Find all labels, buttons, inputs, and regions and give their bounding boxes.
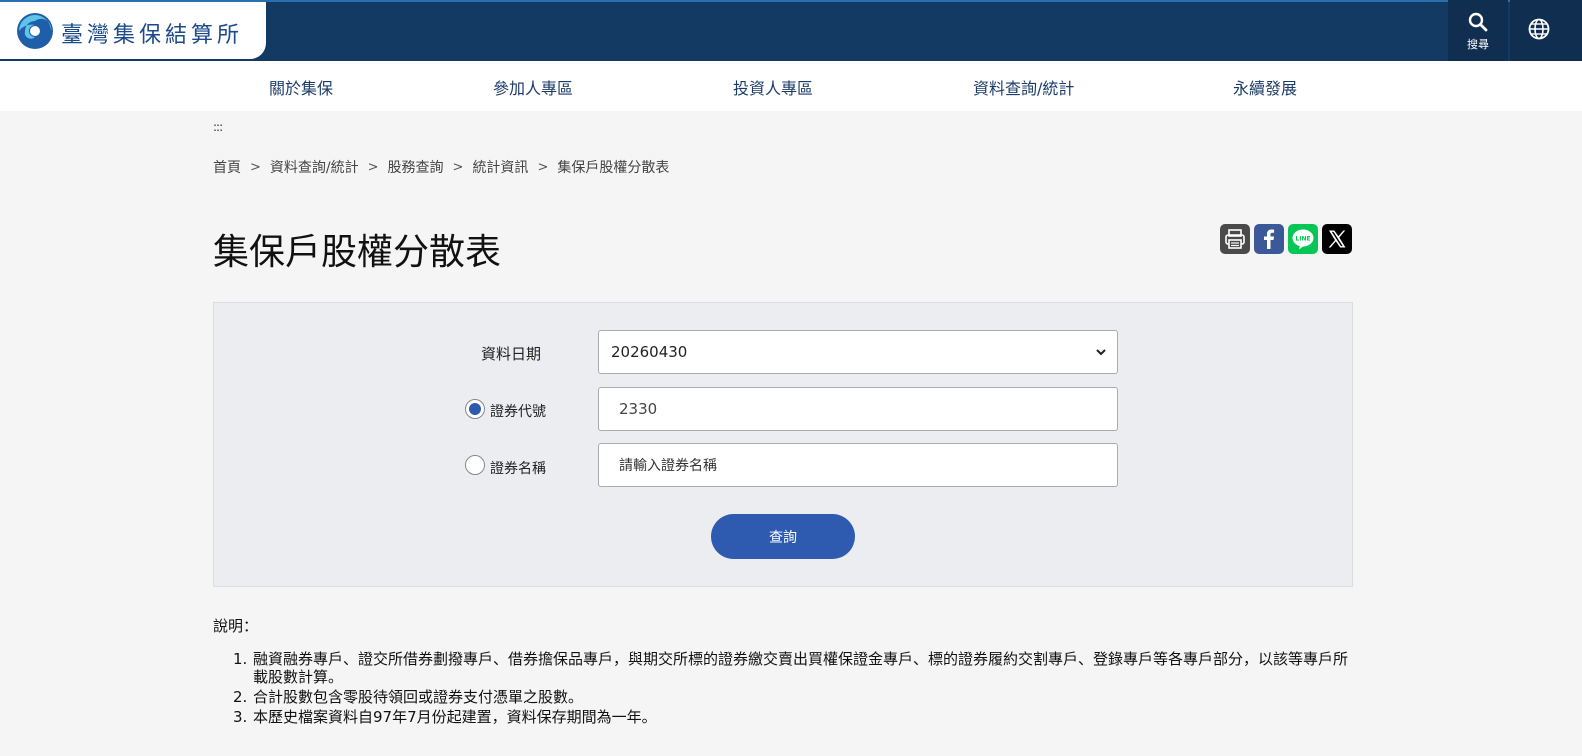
note-number: 1. — [233, 650, 248, 668]
nav-item-investors[interactable]: 投資人專區 — [733, 75, 813, 99]
language-button[interactable] — [1510, 0, 1582, 61]
breadcrumb-separator: > — [250, 159, 261, 175]
security-code-value: 2330 — [619, 400, 658, 418]
search-button[interactable]: 搜尋 — [1448, 0, 1508, 61]
nav-item-participants[interactable]: 參加人專區 — [493, 75, 573, 99]
note-item: 3. 本歷史檔案資料自97年7月份起建置，資料保存期間為一年。 — [233, 708, 1353, 726]
logo-mark-icon — [17, 13, 53, 49]
accesskey-main[interactable]: ::: — [213, 120, 223, 134]
print-button[interactable] — [1220, 224, 1250, 254]
date-select-value: 20260430 — [611, 343, 688, 361]
security-name-label[interactable]: 證券名稱 — [490, 458, 546, 478]
query-form-panel: 資料日期 20260430 證券代號 2330 證券名稱 請輸入證券名稱 查詢 — [213, 302, 1353, 587]
line-icon: LINE — [1292, 229, 1314, 250]
note-number: 3. — [233, 708, 248, 726]
chevron-down-icon — [1096, 349, 1106, 356]
security-name-placeholder: 請輸入證券名稱 — [619, 458, 717, 474]
security-name-input[interactable]: 請輸入證券名稱 — [598, 443, 1118, 487]
note-text: 融資融券專戶、證交所借券劃撥專戶、借券擔保品專戶，與期交所標的證券繳交賣出買權保… — [253, 650, 1349, 686]
date-select[interactable]: 20260430 — [598, 330, 1118, 374]
nav-item-sustainability[interactable]: 永續發展 — [1233, 75, 1297, 99]
security-code-label[interactable]: 證券代號 — [490, 401, 546, 421]
site-logo[interactable]: 臺灣集保結算所 — [0, 2, 266, 59]
x-share-button[interactable] — [1322, 224, 1352, 254]
search-label: 搜尋 — [1467, 38, 1489, 51]
facebook-icon — [1264, 229, 1275, 249]
notes-list: 1. 融資融券專戶、證交所借券劃撥專戶、借券擔保品專戶，與期交所標的證券繳交賣出… — [233, 650, 1353, 728]
breadcrumb-separator: > — [452, 159, 464, 175]
facebook-share-button[interactable] — [1254, 224, 1284, 254]
breadcrumb: 首頁 > 資料查詢/統計 > 股務查詢 > 統計資訊 > 集保戶股權分散表 — [213, 157, 669, 177]
security-name-radio[interactable] — [465, 455, 485, 475]
nav-item-data-query[interactable]: 資料查詢/統計 — [973, 75, 1074, 99]
breadcrumb-stock-affairs[interactable]: 股務查詢 — [388, 157, 444, 177]
breadcrumb-home[interactable]: 首頁 — [213, 157, 241, 177]
globe-icon — [1528, 18, 1550, 40]
main-nav: 關於集保 參加人專區 投資人專區 資料查詢/統計 永續發展 — [0, 61, 1582, 111]
breadcrumb-separator: > — [537, 159, 549, 175]
note-number: 2. — [233, 688, 248, 706]
nav-item-about[interactable]: 關於集保 — [269, 75, 333, 99]
notes-title: 說明： — [213, 617, 259, 635]
search-icon — [1468, 12, 1488, 32]
note-item: 2. 合計股數包含零股待領回或證券支付憑單之股數。 — [233, 688, 1353, 706]
note-item: 1. 融資融券專戶、證交所借券劃撥專戶、借券擔保品專戶，與期交所標的證券繳交賣出… — [233, 650, 1353, 686]
query-button[interactable]: 查詢 — [711, 514, 855, 559]
breadcrumb-separator: > — [367, 159, 379, 175]
breadcrumb-statistics[interactable]: 統計資訊 — [472, 157, 528, 177]
line-share-button[interactable]: LINE — [1288, 224, 1318, 254]
line-icon-text: LINE — [1295, 235, 1310, 242]
note-text: 合計股數包含零股待領回或證券支付憑單之股數。 — [253, 688, 584, 706]
note-text: 本歷史檔案資料自97年7月份起建置，資料保存期間為一年。 — [253, 708, 657, 726]
security-code-input[interactable]: 2330 — [598, 387, 1118, 431]
x-icon — [1328, 230, 1346, 248]
date-label: 資料日期 — [481, 345, 542, 363]
page-title: 集保戶股權分散表 — [213, 232, 502, 273]
breadcrumb-data-query[interactable]: 資料查詢/統計 — [270, 157, 359, 177]
accesskey-top[interactable]: ::: — [3, 6, 13, 20]
logo-text: 臺灣集保結算所 — [61, 23, 244, 48]
security-code-radio[interactable] — [465, 399, 485, 419]
breadcrumb-current: 集保戶股權分散表 — [557, 160, 670, 176]
print-icon — [1225, 229, 1245, 249]
